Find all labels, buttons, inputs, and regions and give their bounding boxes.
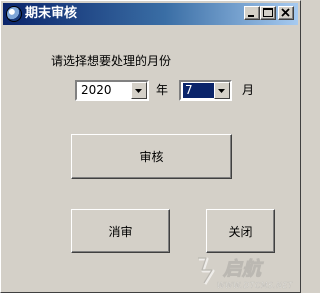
close-window-button[interactable] — [278, 6, 294, 20]
close-icon — [281, 8, 290, 17]
title-bar[interactable]: 期末审核 — [3, 3, 298, 25]
audit-button[interactable]: 审核 — [71, 134, 232, 179]
year-value: 2020 — [81, 83, 112, 97]
app-icon — [6, 6, 22, 22]
month-select[interactable]: 7 — [179, 80, 232, 101]
year-dropdown-button[interactable] — [131, 82, 147, 99]
minimize-icon — [248, 15, 254, 17]
close-button[interactable]: 关闭 — [206, 209, 275, 253]
maximize-button[interactable] — [260, 6, 276, 20]
minimize-button[interactable] — [244, 6, 260, 20]
month-unit-label: 月 — [242, 83, 255, 97]
chevron-down-icon — [218, 89, 225, 93]
year-select[interactable]: 2020 — [75, 80, 149, 101]
chevron-down-icon — [135, 89, 142, 93]
year-unit-label: 年 — [156, 83, 169, 97]
dialog-window: 期末审核 请选择想要处理的月份 2020 年 7 月 审核 消审 关闭 启航 W… — [0, 0, 301, 293]
month-dropdown-button[interactable] — [214, 82, 230, 99]
month-prompt-label: 请选择想要处理的月份 — [51, 54, 172, 68]
maximize-icon — [263, 8, 273, 17]
site-watermark-logo: 启航 WWW.DTCMS.NET — [198, 257, 294, 290]
window-title: 期末审核 — [25, 6, 78, 21]
unaudit-button[interactable]: 消审 — [71, 209, 170, 253]
watermark-site: WWW.DTCMS.NET — [217, 281, 294, 290]
month-value: 7 — [183, 83, 214, 98]
watermark-brand: 启航 — [222, 258, 264, 280]
